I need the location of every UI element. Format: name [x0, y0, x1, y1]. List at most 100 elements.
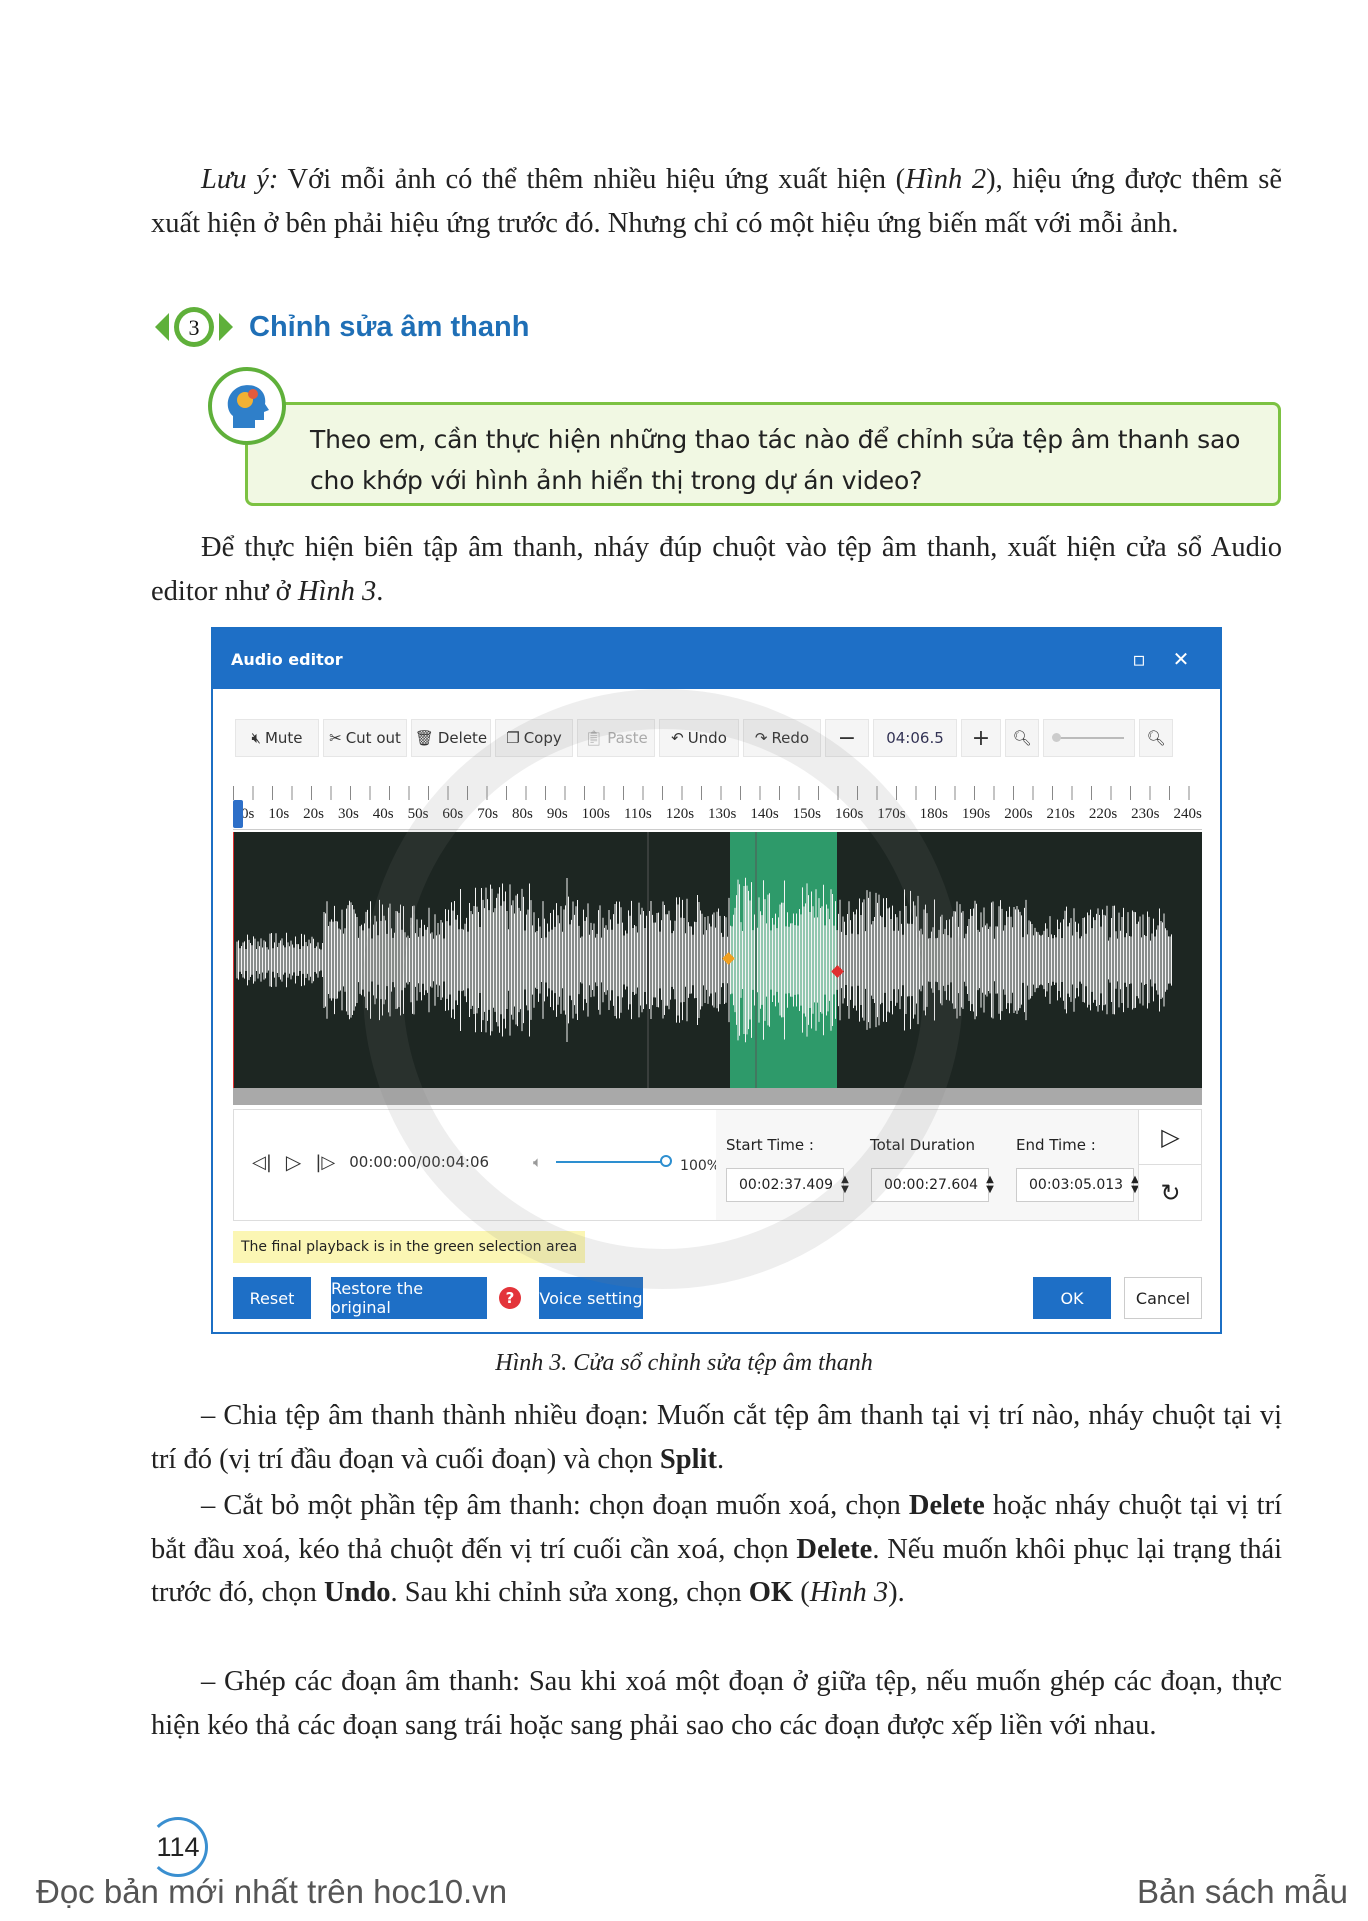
ruler-label: 210s: [1046, 806, 1075, 822]
ruler-label: 80s: [512, 806, 533, 822]
zoom-in-icon[interactable]: 🔍︎: [1139, 719, 1173, 757]
next-frame-icon[interactable]: |▷: [315, 1152, 335, 1173]
mute-icon: 🔇︎: [251, 729, 261, 747]
ruler-label: 240s: [1173, 806, 1202, 822]
playback-time: 00:00:00/00:04:06: [349, 1153, 490, 1171]
voice-setting-button[interactable]: Voice setting: [539, 1277, 643, 1319]
delete-button[interactable]: 🗑︎ Delete: [411, 719, 491, 757]
waveform[interactable]: [233, 832, 1202, 1088]
thinking-head-icon: [208, 367, 286, 445]
bold-term: Delete: [908, 1490, 985, 1521]
horizontal-scrollbar[interactable]: [233, 1088, 1202, 1105]
zoom-plus-button[interactable]: +: [961, 719, 1001, 757]
paste-button[interactable]: 📋︎ Paste: [577, 719, 655, 757]
footer-sample: Bản sách mẫu: [1137, 1873, 1348, 1910]
zoom-value: 04:06.5: [873, 719, 957, 757]
playhead-handle[interactable]: [233, 800, 243, 828]
zoom-minus-button[interactable]: −: [825, 719, 869, 757]
ruler-label: 50s: [407, 806, 429, 822]
ruler-label: 150s: [792, 806, 821, 822]
bullet-text: – Ghép các đoạn âm thanh: Sau khi xoá mộ…: [151, 1666, 1282, 1741]
question-box: Theo em, cần thực hiện những thao tác nà…: [245, 402, 1281, 506]
redo-button[interactable]: ↷ Redo: [743, 719, 821, 757]
copy-icon: ❐: [506, 729, 520, 747]
ruler-label: 140s: [750, 806, 779, 822]
prev-frame-icon[interactable]: ◁|: [252, 1152, 272, 1173]
bold-term: Split: [659, 1443, 717, 1475]
restore-original-button[interactable]: Restore the original: [331, 1277, 487, 1319]
section-heading: 3 Chỉnh sửa âm thanh: [155, 305, 529, 349]
ruler-label: 170s: [877, 806, 906, 822]
maximize-button[interactable]: ▫: [1118, 647, 1160, 671]
zoom-out-icon[interactable]: 🔍︎: [1005, 719, 1039, 757]
waveform-signal: [236, 877, 1172, 1043]
start-time-label: Start Time :: [726, 1136, 814, 1154]
footer-source: Đọc bản mới nhất trên hoc10.vn: [36, 1873, 508, 1910]
time-ruler[interactable]: 0s 10s 20s 30s 40s 50s 60s 70s 80s 90s 100s 110s 120…: [233, 786, 1202, 830]
selection-hint: The final playback is in the green selec…: [233, 1231, 586, 1263]
duration-input[interactable]: 00:00:27.604 ▲ ▼: [871, 1168, 994, 1202]
play-selection-button[interactable]: ▷: [1138, 1110, 1202, 1165]
spinner-icon[interactable]: ▲ ▼: [841, 1175, 849, 1195]
end-time-input[interactable]: 00:03:05.013 ▲ ▼: [1016, 1168, 1139, 1202]
volume-slider[interactable]: [556, 1155, 673, 1167]
start-time-input[interactable]: 00:02:37.409 ▲ ▼: [726, 1168, 849, 1202]
ruler-label: 90s: [546, 806, 568, 822]
figure-ref: Hình 3: [297, 575, 377, 607]
playback-controls: ◁| ▷ |▷ 00:00:00/00:04:06 🔈︎ 100% Start …: [233, 1109, 1202, 1221]
ok-button[interactable]: OK: [1033, 1277, 1111, 1319]
ruler-labels: 0s 10s 20s 30s 40s 50s 60s 70s 80s 90s 100s 110s 120…: [233, 806, 1202, 823]
svg-text:3: 3: [189, 315, 200, 340]
end-time-label: End Time :: [1016, 1136, 1096, 1154]
bullet-text: – Cắt bỏ một phần tệp âm thanh: chọn đoạ…: [201, 1490, 909, 1521]
trash-icon: 🗑︎: [414, 729, 434, 747]
bold-term: Delete: [796, 1533, 873, 1565]
audio-editor-dialog: Audio editor ▫ ✕ 🔇︎ Mute ✂ Cut out 🗑︎ Delet…: [211, 627, 1222, 1334]
cut-out-button[interactable]: ✂ Cut out: [323, 719, 407, 757]
bullet-split: – Chia tệp âm thanh thành nhiều đoạn: Mu…: [151, 1394, 1282, 1481]
spinner-icon[interactable]: ▲ ▼: [986, 1175, 994, 1195]
bullet-text: ).: [888, 1577, 905, 1608]
cut-label: Cut out: [345, 729, 401, 747]
undo-icon: ↶: [671, 729, 684, 747]
question-text: Theo em, cần thực hiện những thao tác nà…: [310, 425, 1241, 495]
mute-label: Mute: [264, 729, 303, 747]
note-paragraph: Lưu ý: Với mỗi ảnh có thể thêm nhiều hiệ…: [151, 158, 1282, 245]
ruler-label: 230s: [1131, 806, 1160, 822]
play-icon[interactable]: ▷: [286, 1150, 301, 1174]
bold-term: OK: [748, 1577, 794, 1608]
note-text: Với mỗi ảnh có thể thêm nhiều hiệu ứng x…: [278, 164, 906, 195]
close-button[interactable]: ✕: [1160, 647, 1202, 671]
undo-button[interactable]: ↶ Undo: [659, 719, 739, 757]
figure-ref: Hình 3: [809, 1577, 889, 1608]
ruler-label: 10s: [268, 806, 290, 822]
reset-selection-icon[interactable]: ↻: [1138, 1165, 1202, 1220]
figure-caption: Hình 3. Cửa sổ chỉnh sửa tệp âm thanh: [495, 1350, 873, 1376]
volume-icon: 🔈︎: [533, 1153, 543, 1171]
ruler-label: 190s: [961, 806, 991, 822]
paste-icon: 📋︎: [584, 729, 604, 747]
duration-value: 00:00:27.604: [884, 1177, 979, 1193]
time-panel: Start Time : Total Duration End Time : 0…: [716, 1110, 1139, 1220]
bullet-text: . Sau khi chỉnh sửa xong, chọn: [390, 1577, 749, 1608]
reset-button[interactable]: Reset: [233, 1277, 311, 1319]
volume-percent: 100%: [680, 1158, 721, 1174]
bullet-text: .: [716, 1443, 725, 1475]
bold-term: Undo: [323, 1577, 391, 1608]
ruler-label: 200s: [1004, 806, 1033, 822]
title-bar: Audio editor ▫ ✕: [213, 629, 1220, 689]
figure-ref: Hình 2: [905, 164, 987, 195]
mute-button[interactable]: 🔇︎ Mute: [235, 719, 319, 757]
ruler-label: 160s: [834, 806, 864, 822]
toolbar: 🔇︎ Mute ✂ Cut out 🗑︎ Delete ❐ Copy 📋︎ Paste ↶…: [235, 719, 1202, 757]
zoom-slider[interactable]: [1043, 719, 1135, 757]
intro-end: .: [376, 575, 384, 607]
ruler-label: 180s: [919, 806, 948, 822]
ruler-label: 100s: [581, 806, 610, 822]
ruler-label: 60s: [442, 806, 464, 822]
ruler-label: 30s: [337, 806, 359, 822]
copy-button[interactable]: ❐ Copy: [495, 719, 573, 757]
cancel-button[interactable]: Cancel: [1124, 1277, 1202, 1319]
help-icon[interactable]: ?: [499, 1287, 521, 1309]
scissors-icon: ✂: [329, 729, 342, 747]
